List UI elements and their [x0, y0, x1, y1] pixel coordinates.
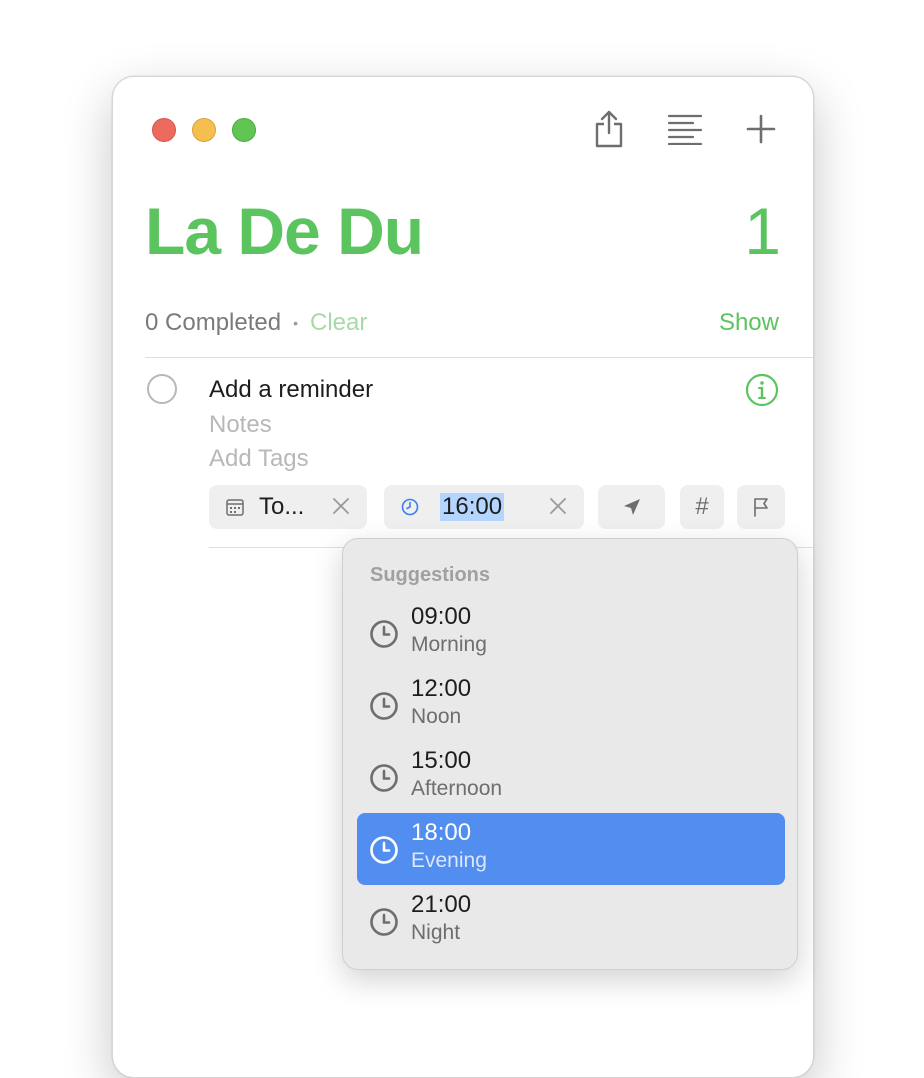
- hashtag-icon: #: [695, 493, 709, 520]
- suggestion-label: Afternoon: [411, 777, 503, 800]
- clear-completed-button[interactable]: Clear: [310, 309, 367, 337]
- zoom-window-button[interactable]: [232, 118, 256, 142]
- tags-input[interactable]: Add Tags: [209, 445, 309, 473]
- reminder-checkbox[interactable]: [147, 374, 177, 404]
- time-chip[interactable]: 16:00: [384, 485, 584, 529]
- list-view-icon: [667, 114, 703, 145]
- clock-icon: [369, 835, 399, 865]
- location-chip[interactable]: [598, 485, 665, 529]
- share-button[interactable]: [589, 109, 629, 149]
- info-icon: [745, 373, 779, 407]
- suggestion-item[interactable]: 15:00 Afternoon: [357, 741, 785, 813]
- plus-icon: [746, 114, 776, 144]
- date-chip[interactable]: To...: [209, 485, 367, 529]
- info-button[interactable]: [745, 373, 779, 407]
- suggestion-label: Night: [411, 921, 461, 944]
- list-title: La De Du: [145, 194, 424, 268]
- time-input[interactable]: 16:00: [440, 493, 505, 521]
- time-suggestions-popup: Suggestions 09:00 Morning 12:00 Noon 15:00 Af…: [342, 538, 798, 970]
- reminder-title-input[interactable]: Add a reminder: [209, 376, 373, 404]
- suggestion-item[interactable]: 12:00 Noon: [357, 669, 785, 741]
- location-arrow-icon: [623, 499, 640, 515]
- list-view-button[interactable]: [665, 109, 705, 149]
- add-reminder-button[interactable]: [741, 109, 781, 149]
- suggestion-time: 09:00: [411, 603, 472, 630]
- notes-input[interactable]: Notes: [209, 411, 272, 439]
- reminder-count: 1: [744, 194, 781, 268]
- clear-time-icon[interactable]: [548, 496, 568, 516]
- calendar-icon: [225, 497, 245, 517]
- tag-chip[interactable]: #: [680, 485, 724, 529]
- clock-icon: [369, 763, 399, 793]
- show-completed-button[interactable]: Show: [719, 309, 779, 337]
- suggestion-time: 21:00: [411, 891, 472, 918]
- flag-icon: [754, 498, 768, 517]
- completed-row: 0 Completed • Clear Show: [145, 309, 779, 337]
- suggestion-time: 18:00: [411, 819, 472, 846]
- separator-dot: •: [293, 315, 298, 331]
- suggestion-item[interactable]: 21:00 Night: [357, 885, 785, 957]
- clear-date-icon[interactable]: [331, 496, 351, 516]
- suggestion-label: Noon: [411, 705, 462, 728]
- suggestions-header: Suggestions: [370, 564, 491, 586]
- date-chip-label: To...: [259, 493, 305, 520]
- clock-icon: [369, 907, 399, 937]
- divider: [145, 357, 813, 358]
- suggestion-item[interactable]: 18:00 Evening: [357, 813, 785, 885]
- suggestion-label: Morning: [411, 633, 487, 656]
- flag-chip[interactable]: [737, 485, 785, 529]
- close-window-button[interactable]: [152, 118, 176, 142]
- suggestion-label: Evening: [411, 849, 487, 872]
- clock-icon: [400, 497, 420, 517]
- suggestion-time: 12:00: [411, 675, 472, 702]
- suggestion-time: 15:00: [411, 747, 472, 774]
- clock-icon: [369, 691, 399, 721]
- completed-count: 0 Completed: [145, 309, 282, 336]
- suggestion-item[interactable]: 09:00 Morning: [357, 597, 785, 669]
- minimize-window-button[interactable]: [192, 118, 216, 142]
- clock-icon: [369, 619, 399, 649]
- share-icon: [595, 110, 623, 148]
